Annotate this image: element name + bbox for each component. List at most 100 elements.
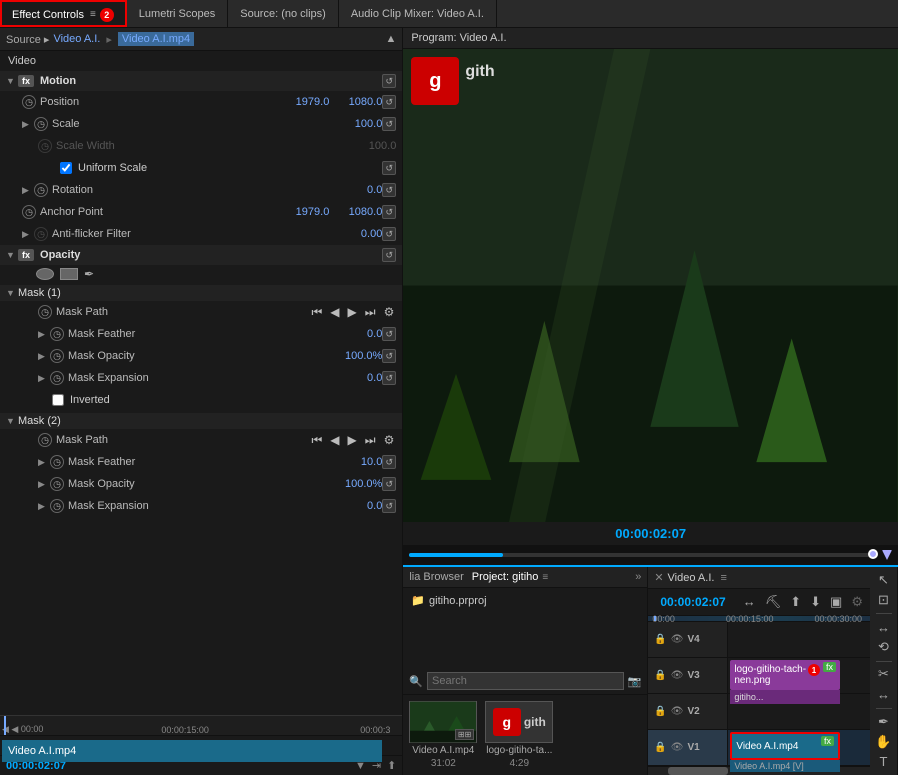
source-video-link[interactable]: Video A.I. <box>53 33 100 45</box>
lift-btn[interactable]: ⬆ <box>787 592 804 612</box>
pen-mask-btn[interactable]: ✒ <box>84 267 94 281</box>
anti-reset[interactable]: ↺ <box>382 227 396 241</box>
mask1-expansion-stopwatch[interactable] <box>50 371 64 385</box>
position-y[interactable]: 1080.0 <box>337 96 382 108</box>
playbar-track[interactable] <box>409 553 878 557</box>
mask2-play-btn[interactable]: ▶ <box>346 432 359 449</box>
v1-clip[interactable]: Video A.I.mp4 fx <box>730 732 840 760</box>
mask2-opacity-stopwatch[interactable] <box>50 477 64 491</box>
add-edit-btn[interactable]: ⛏ <box>762 592 785 612</box>
motion-reset[interactable]: ↺ <box>382 74 396 88</box>
mask2-expansion-reset[interactable]: ↺ <box>382 499 396 513</box>
mask1-feather-stopwatch[interactable] <box>50 327 64 341</box>
tab-audio-clip-mixer[interactable]: Audio Clip Mixer: Video A.I. <box>339 0 497 27</box>
lock-v3[interactable]: 🔒 <box>654 670 666 681</box>
tab-lumetri-scopes[interactable]: Lumetri Scopes <box>127 0 228 27</box>
extract-btn[interactable]: ⬇ <box>807 592 824 612</box>
export-icon[interactable]: ⬆ <box>387 759 396 772</box>
type-tool[interactable]: T <box>873 753 895 771</box>
tab-source[interactable]: Source: (no clips) <box>228 0 339 27</box>
mask-track-btn[interactable]: ⚙ <box>382 304 397 320</box>
thumb-video-ai[interactable]: ⊞⊞ Video A.I.mp4 31:02 <box>409 701 477 769</box>
hand-tool[interactable]: ✋ <box>873 733 895 751</box>
opacity-expand-arrow[interactable]: ▼ <box>6 250 18 260</box>
scale-reset[interactable]: ↺ <box>382 117 396 131</box>
tab-effect-controls[interactable]: Effect Controls ≡ 2 <box>0 0 127 27</box>
sequence-menu-icon[interactable]: ≡ <box>720 572 726 584</box>
uniform-scale-checkbox[interactable] <box>60 162 72 174</box>
mask2-feather-expand[interactable]: ▶ <box>38 457 50 468</box>
mask1-opacity-stopwatch[interactable] <box>50 349 64 363</box>
pen-tool[interactable]: ✒ <box>873 713 895 731</box>
mask2-path-stopwatch[interactable] <box>38 433 52 447</box>
mask2-feather-reset[interactable]: ↺ <box>382 455 396 469</box>
opacity-reset[interactable]: ↺ <box>382 248 396 262</box>
scale-value[interactable]: 100.0 <box>337 118 382 130</box>
rate-stretch-tool[interactable]: ⟲ <box>873 638 895 656</box>
mask-prev-btn[interactable]: ◀ <box>328 304 341 320</box>
lock-v4[interactable]: 🔒 <box>654 634 666 645</box>
mask2-prev-btn[interactable]: ◀ <box>328 432 341 449</box>
mask2-feather-stopwatch[interactable] <box>50 455 64 469</box>
rotation-expand[interactable]: ▶ <box>22 185 34 196</box>
settings-btn[interactable]: ⚙ <box>848 592 866 612</box>
position-x[interactable]: 1979.0 <box>284 96 329 108</box>
anti-stopwatch[interactable] <box>34 227 48 241</box>
mask2-track-btn[interactable]: ⚙ <box>382 432 397 449</box>
ripple-edit-btn[interactable]: ↔ <box>740 592 759 612</box>
h-scroll-thumb[interactable] <box>668 767 728 775</box>
mask1-expansion-value[interactable]: 0.0 <box>337 372 382 384</box>
mask2-opacity-reset[interactable]: ↺ <box>382 477 396 491</box>
oval-mask-btn[interactable] <box>36 268 54 280</box>
lock-v2[interactable]: 🔒 <box>654 706 666 717</box>
lock-v1[interactable]: 🔒 <box>654 742 666 753</box>
source-expand[interactable]: ▲ <box>385 33 396 45</box>
mask1-expansion-expand[interactable]: ▶ <box>38 373 50 384</box>
anchor-stopwatch[interactable] <box>22 205 36 219</box>
position-stopwatch[interactable] <box>22 95 36 109</box>
eye-v2[interactable]: 👁 <box>671 706 684 717</box>
mask2-opacity-value[interactable]: 100.0 <box>328 478 373 490</box>
mask-first-btn[interactable]: ⏮ <box>309 304 324 321</box>
eye-v3[interactable]: 👁 <box>671 670 684 681</box>
mask2-first-btn[interactable]: ⏮ <box>309 432 324 449</box>
mask2-expansion-value[interactable]: 0.0 <box>337 500 382 512</box>
sequence-timecode[interactable]: 00:00:02:07 <box>652 591 733 613</box>
selection-tool[interactable]: ↖ <box>873 571 895 589</box>
inverted-checkbox[interactable] <box>52 394 64 406</box>
rect-mask-btn[interactable] <box>60 268 78 280</box>
mask-play-btn[interactable]: ▶ <box>346 304 359 320</box>
mask1-feather-reset[interactable]: ↺ <box>382 327 396 341</box>
mask2-feather-value[interactable]: 10.0 <box>337 456 382 468</box>
project-item[interactable]: 📁 gitiho.prproj <box>407 592 643 609</box>
ripple-tool[interactable]: ↔ <box>873 618 895 636</box>
mask1-path-stopwatch[interactable] <box>38 305 52 319</box>
mask-next-btn[interactable]: ⏭ <box>363 304 378 321</box>
mask2-expansion-stopwatch[interactable] <box>50 499 64 513</box>
search-camera-icon[interactable]: 📷 <box>628 675 642 688</box>
mask1-expand[interactable]: ▼ <box>6 288 18 298</box>
tab-effect-controls-menu[interactable]: ≡ <box>90 9 96 20</box>
mask2-next-btn[interactable]: ⏭ <box>363 432 378 449</box>
bottom-left-expand[interactable]: » <box>635 571 641 583</box>
mask1-opacity-reset[interactable]: ↺ <box>382 349 396 363</box>
slip-tool[interactable]: ↔ <box>873 686 895 704</box>
mask2-expansion-expand[interactable]: ▶ <box>38 501 50 512</box>
eye-v4[interactable]: 👁 <box>671 634 684 645</box>
mask1-expansion-reset[interactable]: ↺ <box>382 371 396 385</box>
rotation-reset[interactable]: ↺ <box>382 183 396 197</box>
search-input[interactable] <box>427 672 624 690</box>
mask1-feather-value[interactable]: 0.0 <box>337 328 382 340</box>
anchor-x[interactable]: 1979.0 <box>284 206 329 218</box>
anti-value[interactable]: 0.00 <box>337 228 382 240</box>
anti-expand[interactable]: ▶ <box>22 229 34 240</box>
eye-v1[interactable]: 👁 <box>671 742 684 753</box>
sequence-close[interactable]: ✕ <box>654 571 663 584</box>
mask2-expand[interactable]: ▼ <box>6 416 18 426</box>
motion-expand-arrow[interactable]: ▼ <box>6 76 18 86</box>
anchor-y[interactable]: 1080.0 <box>337 206 382 218</box>
mask1-opacity-expand[interactable]: ▶ <box>38 351 50 362</box>
mask1-feather-expand[interactable]: ▶ <box>38 329 50 340</box>
scale-expand[interactable]: ▶ <box>22 119 34 130</box>
match-frame-btn[interactable]: ▣ <box>827 592 845 612</box>
